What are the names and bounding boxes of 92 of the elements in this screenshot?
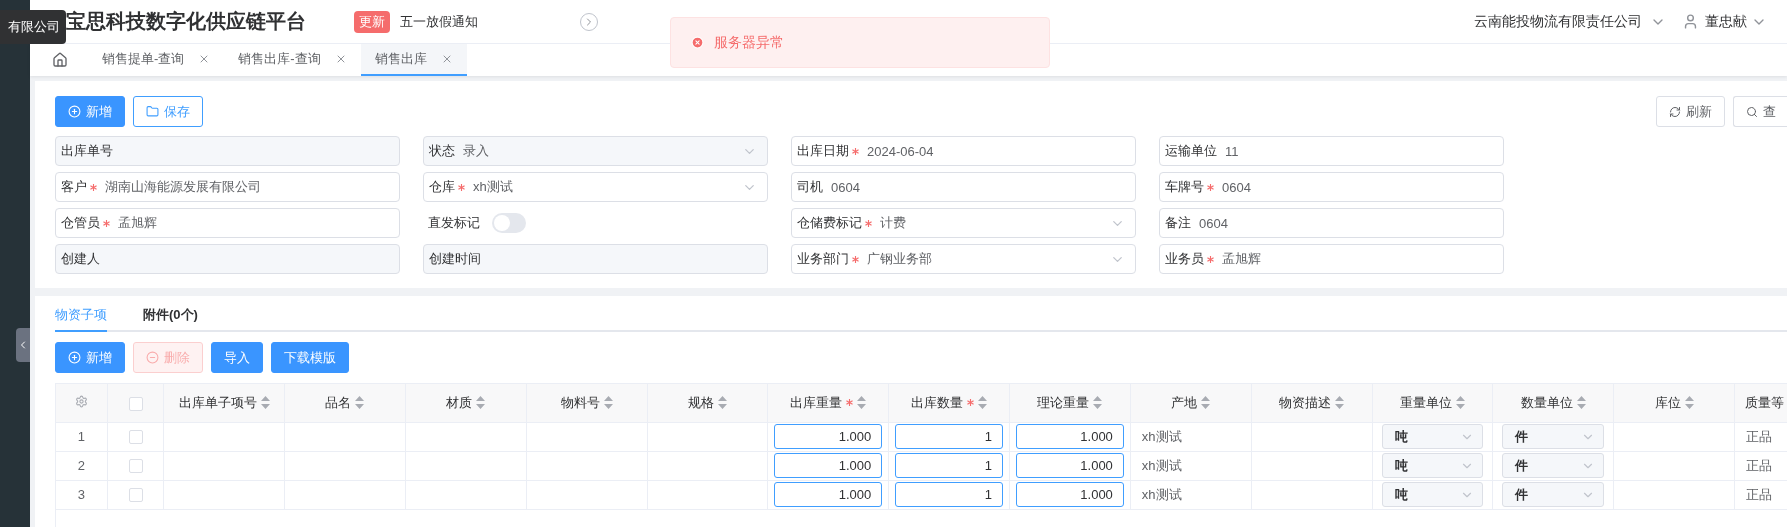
unit-select[interactable]: 吨 bbox=[1381, 482, 1484, 507]
column-header: 理论重量 bbox=[1037, 393, 1090, 412]
detail-tab[interactable]: 附件(0个) bbox=[143, 300, 198, 332]
home-icon[interactable] bbox=[52, 52, 68, 68]
column-header: 品名 bbox=[325, 393, 352, 412]
plus-icon bbox=[68, 105, 81, 118]
number-field[interactable]: 1.000 bbox=[774, 482, 883, 507]
number-field[interactable]: 1 bbox=[895, 482, 1004, 507]
toggle-switch[interactable] bbox=[492, 213, 526, 233]
column-header: 质量等 bbox=[1745, 393, 1784, 412]
sort-icon[interactable] bbox=[1201, 396, 1211, 410]
column-header: 物料号 bbox=[560, 393, 600, 412]
refresh-icon bbox=[1669, 105, 1681, 118]
notice-link[interactable]: 五一放假通知 bbox=[400, 12, 580, 31]
table-cell-text: 正品 bbox=[1745, 457, 1772, 473]
number-field[interactable]: 1.000 bbox=[1016, 482, 1124, 507]
sort-icon[interactable] bbox=[260, 396, 270, 410]
column-header: 出库数量 bbox=[911, 393, 964, 412]
company-name[interactable]: 云南能投物流有限责任公司 bbox=[1474, 12, 1642, 31]
page-tab[interactable]: 销售提单-查询 bbox=[88, 44, 225, 76]
sidebar-toggle[interactable] bbox=[16, 328, 30, 362]
row-number: 3 bbox=[77, 487, 86, 502]
toolbar-button[interactable]: 刷新 bbox=[1656, 96, 1725, 127]
input-field[interactable]: 业务员 孟旭辉 bbox=[1159, 244, 1504, 274]
column-header: 重量单位 bbox=[1399, 393, 1452, 412]
update-badge: 更新 bbox=[354, 10, 390, 33]
column-header: 物资描述 bbox=[1279, 393, 1332, 412]
user-icon bbox=[1682, 13, 1699, 30]
unit-select[interactable]: 件 bbox=[1502, 424, 1605, 449]
page-tab[interactable]: 销售出库 bbox=[360, 44, 467, 76]
column-header: 库位 bbox=[1654, 393, 1681, 412]
number-field[interactable]: 1.000 bbox=[1016, 453, 1124, 478]
input-field[interactable]: 出库日期 2024-06-04 bbox=[791, 136, 1136, 166]
column-header: 出库单子项号 bbox=[178, 393, 257, 412]
sort-icon[interactable] bbox=[355, 396, 365, 410]
number-field[interactable]: 1.000 bbox=[774, 453, 883, 478]
column-header: 规格 bbox=[687, 393, 714, 412]
user-name[interactable]: 董忠献 bbox=[1705, 12, 1747, 31]
settings-icon[interactable] bbox=[74, 394, 88, 408]
input-field[interactable]: 备注 0604 bbox=[1159, 208, 1504, 238]
unit-select[interactable]: 件 bbox=[1502, 482, 1605, 507]
toolbar-button[interactable]: 查 bbox=[1733, 96, 1787, 127]
page-tab[interactable]: 销售出库-查询 bbox=[224, 44, 361, 76]
input-field[interactable]: 客户 湖南山海能源发展有限公司 bbox=[55, 172, 400, 202]
tooltip: 有限公司 bbox=[0, 10, 66, 44]
input-field[interactable]: 仓管员 孟旭辉 bbox=[55, 208, 400, 238]
table-cell-text: xh测试 bbox=[1140, 486, 1182, 502]
search-icon bbox=[1746, 105, 1758, 118]
table-cell-text: 正品 bbox=[1745, 428, 1772, 444]
number-field[interactable]: 1.000 bbox=[1016, 424, 1124, 449]
field-label: 直发标记 bbox=[428, 214, 480, 232]
sort-icon[interactable] bbox=[476, 396, 486, 410]
input-field[interactable]: 司机 0604 bbox=[791, 172, 1136, 202]
minus-icon bbox=[146, 351, 159, 364]
row-number: 1 bbox=[77, 429, 86, 444]
app-title: 宝思科技数字化供应链平台 bbox=[66, 9, 306, 34]
table-cell-text: xh测试 bbox=[1140, 428, 1182, 444]
table-cell-text: xh测试 bbox=[1140, 457, 1182, 473]
row-number: 2 bbox=[77, 458, 86, 473]
unit-select[interactable]: 吨 bbox=[1381, 424, 1484, 449]
sort-icon[interactable] bbox=[603, 396, 613, 410]
number-field[interactable]: 1.000 bbox=[774, 424, 883, 449]
sort-icon[interactable] bbox=[1093, 396, 1103, 410]
input-field[interactable]: 车牌号 0604 bbox=[1159, 172, 1504, 202]
plus-icon bbox=[68, 351, 81, 364]
sort-icon[interactable] bbox=[1335, 396, 1345, 410]
column-header: 出库重量 bbox=[790, 393, 843, 412]
sort-icon[interactable] bbox=[978, 396, 988, 410]
sort-icon[interactable] bbox=[717, 396, 727, 410]
error-icon bbox=[691, 36, 704, 49]
number-field[interactable]: 1 bbox=[895, 424, 1004, 449]
select-field[interactable]: 业务部门 广钢业务部 bbox=[791, 244, 1136, 274]
sort-icon[interactable] bbox=[1684, 396, 1694, 410]
sort-icon[interactable] bbox=[1455, 396, 1465, 410]
sort-icon[interactable] bbox=[1576, 396, 1586, 410]
column-header: 产地 bbox=[1171, 393, 1198, 412]
unit-select[interactable]: 件 bbox=[1502, 453, 1605, 478]
checkbox[interactable] bbox=[128, 459, 143, 474]
unit-select[interactable]: 吨 bbox=[1381, 453, 1484, 478]
column-header: 材质 bbox=[446, 393, 473, 412]
input-field[interactable]: 运输单位 11 bbox=[1159, 136, 1504, 166]
checkbox[interactable] bbox=[128, 396, 143, 411]
number-field[interactable]: 1 bbox=[895, 453, 1004, 478]
error-toast: 服务器异常 bbox=[670, 17, 1050, 68]
column-header: 数量单位 bbox=[1520, 393, 1573, 412]
checkbox[interactable] bbox=[128, 430, 143, 445]
select-field[interactable]: 仓储费标记 计费 bbox=[791, 208, 1136, 238]
checkbox[interactable] bbox=[128, 488, 143, 503]
table-cell-text: 正品 bbox=[1745, 486, 1772, 502]
folder-icon bbox=[146, 105, 159, 118]
select-field[interactable]: 仓库 xh测试 bbox=[423, 172, 768, 202]
sort-icon[interactable] bbox=[857, 396, 867, 410]
